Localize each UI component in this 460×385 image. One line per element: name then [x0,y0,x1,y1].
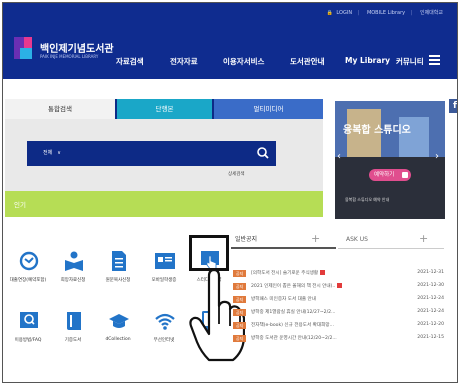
notice-date: 2021-12-30 [417,283,444,288]
graduation-cap-icon [108,310,130,332]
reader-book-icon [63,250,85,272]
tab-label: 일반공지 [235,236,258,243]
hamburger-menu-icon[interactable] [428,53,441,66]
service-label: 무선인터넷 [153,338,175,343]
mobile-library-link[interactable]: MOBILE Library [367,10,405,16]
plus-icon[interactable]: + [419,232,428,245]
nav-item-search[interactable]: 자료검색 [116,56,144,67]
service-label: 희망자료신청 [60,278,86,283]
notice-date: 2021-12-15 [417,335,444,340]
separator: | [357,10,360,16]
notice-date: 2021-12-20 [417,322,444,327]
tab-multimedia[interactable]: 멀티미디어 [214,99,323,119]
search-icon[interactable] [254,144,272,162]
notice-row[interactable]: 공지 전자책(e-book) 신규 전용도서 확대희망... 2021-12-2… [233,322,444,330]
promo-banner[interactable]: 융복합 스튜디오 ‹ › 예약하기 융복합 스튜디오 예약 안내 [335,101,445,219]
notice-row[interactable]: 공지 방학패스 미인증자 도서 대출 안내 2021-12-24 [233,296,444,304]
library-logo-icon[interactable] [14,37,36,59]
notice-badge: 공지 [233,309,246,316]
notice-row[interactable]: 공지 2021 인제인이 뽑은 올해의 책 전시 안내(.. 2021-12-3… [233,283,444,291]
browser-frame: 🔒 LOGIN | MOBILE Library | 인제대학교 백인제기념도서… [2,2,458,383]
nav-item-user-services[interactable]: 이용자서비스 [223,56,264,67]
notice-badge: 공지 [233,322,246,329]
login-link[interactable]: LOGIN [336,10,352,16]
highlight-box [189,235,229,271]
utility-links: 🔒 LOGIN | MOBILE Library | 인제대학교 [325,9,443,16]
notice-row[interactable]: 공지 방학중 제1열람실 휴실 안내(12/27~2/2... 2021-12-… [233,309,444,317]
site-header: 🔒 LOGIN | MOBILE Library | 인제대학교 백인제기념도서… [3,3,457,79]
popular-keywords-bar: 인기 [5,191,323,217]
facebook-icon[interactable]: f [449,99,457,113]
service-donated-books[interactable]: 기증도서 [50,310,96,370]
service-label: 기증도서 [64,338,82,343]
tab-integrated-search[interactable]: 통합검색 [5,99,115,119]
notice-title: [의학도서 전시] 슬기로운 주식생활 [251,271,319,276]
tab-general-notice[interactable]: 일반공지 [231,231,336,249]
search-area: 전체 ∨ 상세검색 인기 [5,119,323,217]
separator: | [410,10,413,16]
search-input[interactable]: 전체 ∨ [27,141,276,166]
notice-board: 일반공지 + ASK US + 공지 [의학도서 전시] 슬기로운 주식생활 2… [231,231,444,381]
notice-row[interactable]: 공지 방학중 도서관 운영시간 안내(12/20~2/2... 2021-12-… [233,335,444,343]
id-card-icon [154,250,176,272]
lock-icon: 🔒 [326,10,333,16]
chevron-right-icon[interactable]: › [435,151,439,162]
notice-title: 2021 인제인이 뽑은 올해의 책 전시 안내(.. [251,284,336,289]
logo-title[interactable]: 백인제기념도서관 [40,40,114,55]
plus-icon[interactable]: + [311,232,320,245]
notice-badge: 공지 [233,335,246,342]
nav-item-my-library[interactable]: My Library [345,56,390,65]
banner-caption: 융복합 스튜디오 예약 안내 [345,197,390,202]
notice-badge: 공지 [233,270,246,277]
search-panel: 통합검색 단행본 멀티미디어 전체 ∨ 상세검색 인기 [5,99,323,217]
service-copy-request[interactable]: 원문복사신청 [95,250,141,310]
play-icon [402,172,408,178]
notice-title: 방학중 제1열람실 휴실 안내(12/27~2/2... [251,310,336,315]
notice-badge: 공지 [233,283,246,290]
service-label: 대출연장(예약포함) [9,278,47,283]
notice-date: 2021-12-24 [417,296,444,301]
service-label: 모바일학생증 [151,278,177,283]
notice-row[interactable]: 공지 [의학도서 전시] 슬기로운 주식생활 2021-12-31 [233,270,444,278]
nav-item-library-info[interactable]: 도서관안내 [290,56,325,67]
clock-arrow-icon [18,250,40,272]
university-link[interactable]: 인제대학교 [420,10,443,16]
search-scope-select[interactable]: 전체 ∨ [43,149,61,156]
notice-date: 2021-12-24 [417,309,444,314]
search-book-icon [18,310,40,332]
document-icon [108,250,130,272]
service-label: dCollection [105,337,131,342]
service-dcollection[interactable]: dCollection [95,310,141,370]
tab-label: ASK US [346,236,368,243]
wifi-icon [154,310,176,332]
popular-label: 인기 [14,201,26,209]
reserve-button-label: 예약하기 [374,172,395,178]
service-request-material[interactable]: 희망자료신청 [50,250,96,310]
service-wifi[interactable]: 무선인터넷 [141,310,187,370]
tab-books[interactable]: 단행본 [117,99,212,119]
notice-title: 전자책(e-book) 신규 전용도서 확대희망... [251,323,334,328]
reserve-button[interactable]: 예약하기 [369,169,411,181]
service-loan-renewal[interactable]: 대출연장(예약포함) [5,250,51,310]
notice-date: 2021-12-31 [417,270,444,275]
nav-item-community[interactable]: 커뮤니티 [396,56,424,67]
banner-title: 융복합 스튜디오 [343,125,411,136]
nav-item-e-resources[interactable]: 전자자료 [170,56,198,67]
service-faq[interactable]: 이용방법/FAQ [5,310,51,370]
service-label: 원문복사신청 [105,278,131,283]
new-icon [337,283,343,288]
notice-badge: 공지 [233,296,246,303]
advanced-search-link[interactable]: 상세검색 [228,171,245,177]
new-icon [320,270,326,275]
notice-title: 방학중 도서관 운영시간 안내(12/20~2/2... [251,336,337,341]
chevron-left-icon[interactable]: ‹ [337,151,341,162]
service-mobile-id[interactable]: 모바일학생증 [141,250,187,310]
logo-subtitle: PAIK INJE MEMORIAL LIBRARY [40,54,99,59]
chevron-down-icon: ∨ [57,150,61,156]
scope-value: 전체 [43,150,53,156]
notice-title: 방학패스 미인증자 도서 대출 안내 [251,297,317,302]
book-icon [63,310,85,332]
service-label: 이용방법/FAQ [14,338,42,343]
